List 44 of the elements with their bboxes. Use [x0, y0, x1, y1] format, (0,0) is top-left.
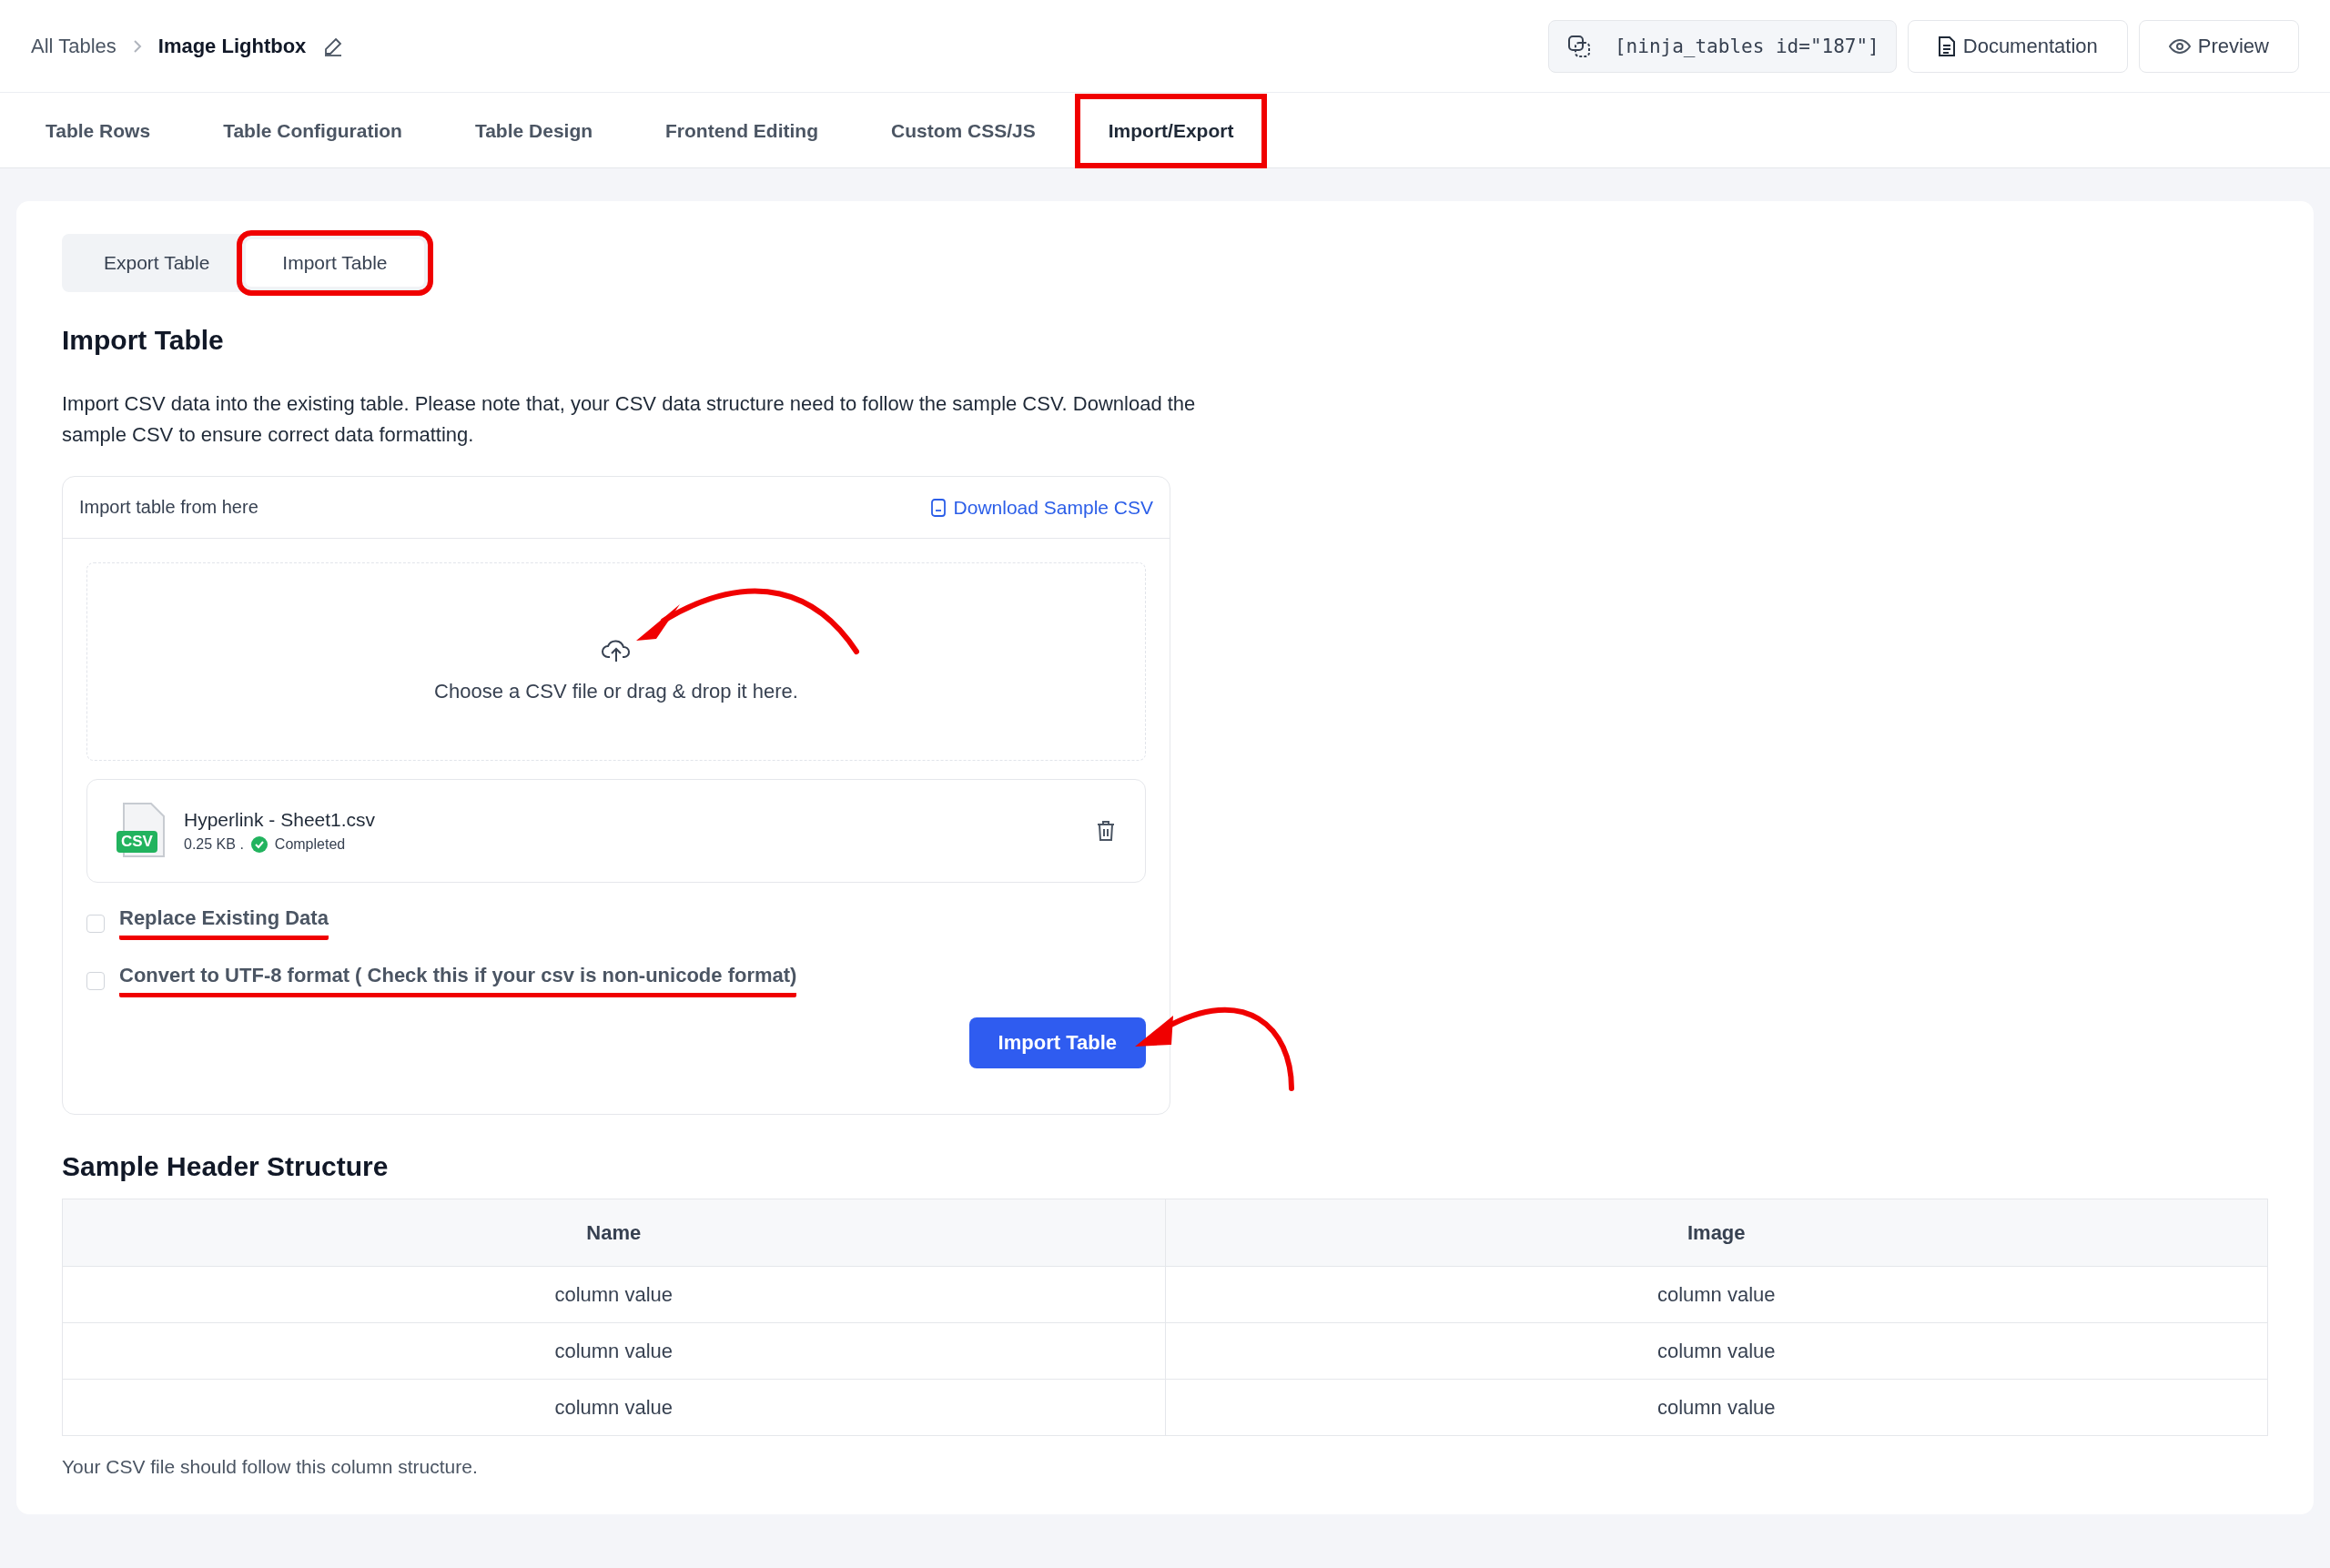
nav-tab[interactable]: Table Configuration: [192, 96, 433, 166]
upload-status: Completed: [274, 836, 346, 853]
nav-tab[interactable]: Import/Export: [1077, 96, 1265, 166]
card-title: Import table from here: [79, 497, 258, 518]
dropzone-text: Choose a CSV file or drag & drop it here.: [434, 680, 798, 703]
checkbox[interactable]: [86, 914, 105, 933]
file-icon: [929, 497, 947, 518]
sub-tab[interactable]: Export Table: [67, 239, 247, 287]
column-header: Image: [1165, 1199, 2268, 1267]
trash-icon[interactable]: [1096, 820, 1116, 842]
check-circle-icon: [250, 836, 268, 853]
nav-tab[interactable]: Frontend Editing: [634, 96, 850, 166]
table-cell: column value: [62, 1379, 1165, 1436]
table-cell: column value: [1165, 1379, 2268, 1436]
documentation-button[interactable]: Documentation: [1907, 19, 2128, 73]
section-heading: Sample Header Structure: [62, 1151, 390, 1182]
eye-icon: [2168, 37, 2191, 55]
table-name: Image Lightbox: [157, 34, 307, 58]
csv-badge: CSV: [116, 831, 157, 853]
section-heading: Import Table: [62, 325, 225, 356]
checkbox[interactable]: [86, 971, 105, 990]
column-header: Name: [62, 1199, 1165, 1267]
option-label: Convert to UTF-8 format ( Check this if your csv is non-unicode format): [119, 964, 797, 997]
nav-tab[interactable]: Table Design: [443, 96, 624, 166]
file-name: Hyperlink - Sheet1.csv: [184, 809, 377, 831]
structure-note: Your CSV file should follow this column structure.: [62, 1456, 479, 1478]
option-label: Replace Existing Data: [119, 906, 329, 940]
copy-icon: [1566, 34, 1591, 58]
download-sample-link[interactable]: Download Sample CSV: [929, 496, 1153, 519]
file-size: 0.25 KB .: [184, 836, 244, 853]
breadcrumb-link[interactable]: All Tables: [31, 34, 116, 58]
shortcode-copy-button[interactable]: [ninja_tables id="187"]: [1547, 19, 1897, 73]
import-table-button[interactable]: Import Table: [968, 1017, 1146, 1068]
document-icon: [1937, 35, 1956, 57]
cloud-upload-icon: [602, 638, 631, 663]
chevron-right-icon: [132, 38, 142, 54]
table-cell: column value: [1165, 1266, 2268, 1323]
preview-button[interactable]: Preview: [2138, 19, 2299, 73]
table-cell: column value: [1165, 1322, 2268, 1380]
nav-tab[interactable]: Table Rows: [15, 96, 182, 166]
table-cell: column value: [62, 1266, 1165, 1323]
table-cell: column value: [62, 1322, 1165, 1380]
nav-tab[interactable]: Custom CSS/JS: [860, 96, 1067, 166]
description-text: Import CSV data into the existing table. Please note that, your CSV data structure need to follow the sample CSV. Download the sample CSV to ensure correct data formatting.: [62, 391, 1197, 448]
